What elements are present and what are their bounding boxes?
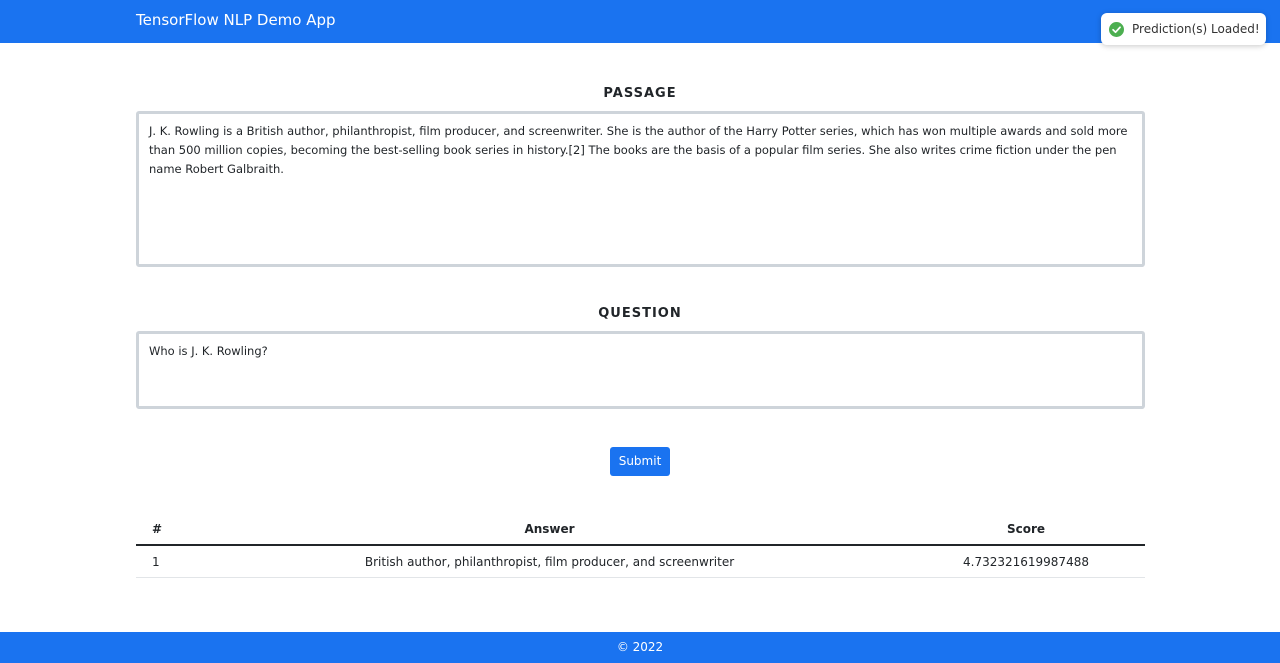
footer: © 2022 [0,632,1280,663]
toast-message: Prediction(s) Loaded! [1132,22,1260,36]
app-title[interactable]: TensorFlow NLP Demo App [136,11,336,29]
top-navbar: TensorFlow NLP Demo App [0,0,1280,43]
table-row: 1 British author, philanthropist, film p… [136,545,1145,578]
row-answer-cell: British author, philanthropist, film pro… [192,545,907,578]
column-header-score: Score [907,513,1145,546]
submit-button[interactable]: Submit [610,447,670,476]
toast-notification[interactable]: Prediction(s) Loaded! [1101,13,1266,45]
check-circle-icon [1109,22,1124,37]
row-score-cell: 4.732321619987488 [907,545,1145,578]
column-header-index: # [136,513,192,546]
results-header-row: # Answer Score [136,513,1145,546]
question-heading: QUESTION [598,306,682,321]
column-header-answer: Answer [192,513,907,546]
passage-heading: PASSAGE [603,86,677,101]
question-textarea[interactable]: Who is J. K. Rowling? [136,331,1145,409]
passage-textarea[interactable]: J. K. Rowling is a British author, phila… [136,111,1145,267]
footer-copyright: © 2022 [616,640,664,654]
row-index-cell: 1 [136,545,192,578]
results-table: # Answer Score 1 British author, philant… [136,513,1145,578]
